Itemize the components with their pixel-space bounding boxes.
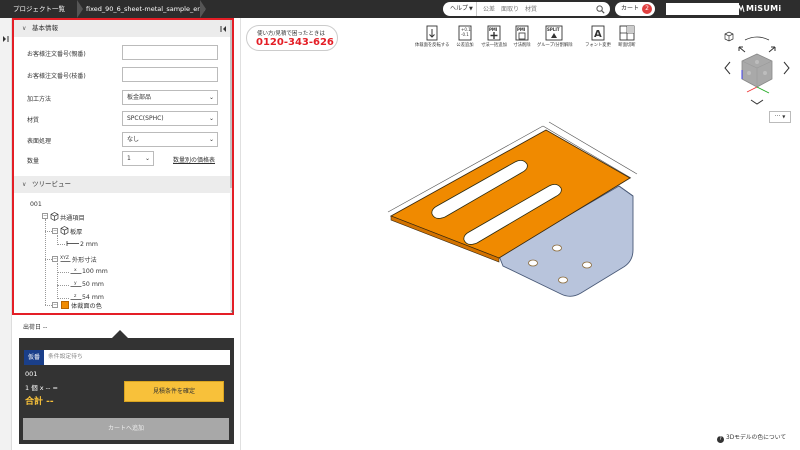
search-box: [476, 2, 610, 16]
search-input[interactable]: [477, 2, 589, 16]
breadcrumb-separator: [77, 0, 83, 18]
left-collapse-strip: [0, 18, 12, 450]
collapse-panel-icon[interactable]: [219, 25, 227, 33]
tree-view-title: ツリービュー: [32, 180, 71, 188]
tree-root[interactable]: 001: [30, 201, 42, 208]
process-method-value: 板金部品: [127, 94, 152, 101]
chevron-up-icon: ∨: [22, 181, 27, 188]
svg-text:z: z: [74, 294, 77, 299]
tree-view-header[interactable]: ∨ ツリービュー: [14, 176, 230, 193]
quote-summary: 仮番 条件設定待ち 001 1 個 x -- = 合計 -- 見積条件を確定 カ…: [19, 338, 234, 444]
tree-dim-x[interactable]: 100 mm: [82, 268, 108, 275]
material-label: 材質: [27, 117, 40, 124]
svg-text:XYZ: XYZ: [60, 255, 69, 261]
order-number-parent-input[interactable]: [122, 45, 218, 60]
user-account-field[interactable]: [666, 3, 739, 15]
expand-panel-icon[interactable]: [2, 35, 10, 43]
svg-text:y: y: [74, 281, 77, 286]
quantity-value: 1: [127, 155, 131, 162]
quantity-select[interactable]: 1 ⌄: [122, 151, 154, 166]
confirm-quote-button[interactable]: 見積条件を確定: [124, 381, 224, 402]
thickness-icon: [66, 241, 79, 246]
surface-treatment-select[interactable]: なし ⌄: [122, 132, 218, 147]
tree-item-outer-dims[interactable]: 外形寸法: [72, 255, 97, 264]
summary-quantity-line: 1 個 x -- =: [25, 384, 58, 392]
tree-item-common[interactable]: 共通項目: [60, 213, 85, 222]
process-method-select[interactable]: 板金部品 ⌄: [122, 90, 218, 105]
3d-viewer[interactable]: 使い方/見積で困ったときは 0120-343-626 体裁面を反転する +0.1…: [240, 18, 800, 450]
order-number-parent-label: お客様注文番号(親番): [27, 51, 86, 58]
search-icon[interactable]: [596, 4, 605, 14]
xyz-dimension-icon: XYZ: [60, 255, 71, 262]
ship-date: 出荷日 --: [23, 324, 48, 331]
cube-icon: [60, 226, 69, 235]
basic-info-header[interactable]: ∨ 基本情報: [14, 20, 230, 37]
order-number-branch-label: お客様注文番号(枝番): [27, 73, 86, 80]
chevron-down-icon: ⌄: [208, 136, 214, 143]
provisional-status-text: 条件設定待ち: [48, 354, 83, 360]
misumi-logo[interactable]: MiSUMi: [746, 4, 781, 13]
tree-toggle-minus-icon[interactable]: −: [52, 228, 58, 234]
tree-toggle-minus-icon[interactable]: −: [52, 302, 58, 308]
surface-treatment-label: 表面処理: [27, 138, 52, 145]
breadcrumb-current-file[interactable]: fixed_90_6_sheet-metal_sample_er...: [86, 0, 206, 18]
panel-scrollbar-thumb[interactable]: [230, 18, 234, 188]
cart-count-badge: 2: [642, 4, 652, 14]
summary-pointer: [112, 330, 128, 338]
help-label: ヘルプ: [450, 5, 469, 12]
breadcrumb-project-list[interactable]: プロジェクト一覧: [13, 0, 65, 18]
basic-info-title: 基本情報: [32, 24, 58, 32]
help-dropdown[interactable]: ヘルプ ▼: [443, 2, 476, 16]
misumi-logo-mark-icon: [737, 5, 745, 13]
help-question-icon: ?: [717, 436, 724, 443]
flange-hole: [558, 276, 568, 284]
cart-button[interactable]: カート 2: [615, 2, 655, 16]
breadcrumb-separator: [200, 0, 206, 18]
process-method-label: 加工方法: [27, 96, 52, 103]
scroll-down-arrow-icon[interactable]: ▾: [231, 309, 234, 315]
flange-hole: [552, 244, 562, 252]
chevron-down-icon: ▼: [469, 6, 473, 12]
svg-text:x: x: [74, 268, 77, 273]
sheet-metal-model[interactable]: [241, 18, 800, 418]
chevron-down-icon: ⌄: [144, 155, 150, 162]
tree-line: [57, 285, 69, 286]
chevron-down-icon: ⌄: [208, 115, 214, 122]
tree-item-thickness[interactable]: 板厚: [70, 227, 82, 236]
cube-icon: [50, 212, 59, 221]
material-value: SPCC(SPHC): [127, 115, 164, 122]
tree-toggle-minus-icon[interactable]: −: [52, 256, 58, 262]
add-to-cart-button[interactable]: カートへ追加: [23, 418, 229, 440]
top-bar: プロジェクト一覧 fixed_90_6_sheet-metal_sample_e…: [0, 0, 800, 18]
tree-item-body-color[interactable]: 体裁面の色: [71, 301, 102, 310]
quantity-label: 数量: [27, 158, 40, 165]
x-dimension-icon: x: [70, 268, 82, 274]
flange-hole: [582, 261, 592, 269]
provisional-badge: 仮番: [24, 350, 44, 365]
tree-line: [57, 244, 65, 245]
flange-hole: [528, 259, 538, 267]
tree-dim-z[interactable]: 54 mm: [82, 294, 104, 301]
price-table-link[interactable]: 数量別の価格表: [173, 155, 215, 164]
chevron-up-icon: ∨: [22, 25, 27, 32]
provisional-status-bar: 仮番 条件設定待ち: [24, 350, 230, 365]
settings-panel: ∨ 基本情報 お客様注文番号(親番) お客様注文番号(枝番) 加工方法 板金部品…: [12, 18, 234, 315]
cart-label: カート: [621, 5, 640, 12]
model-color-help-link[interactable]: ? 3Dモデルの色について: [717, 432, 786, 443]
tree-line: [57, 263, 58, 297]
material-select[interactable]: SPCC(SPHC) ⌄: [122, 111, 218, 126]
model-color-help-text: 3Dモデルの色について: [726, 435, 787, 441]
tree-toggle-minus-icon[interactable]: −: [42, 213, 48, 219]
tree-line: [57, 298, 69, 299]
order-number-branch-input[interactable]: [122, 67, 218, 82]
summary-part-id: 001: [25, 370, 38, 378]
summary-total: 合計 --: [25, 397, 54, 407]
y-dimension-icon: y: [70, 281, 82, 287]
orange-color-swatch-icon: [61, 301, 69, 309]
tree-line: [57, 272, 69, 273]
chevron-down-icon: ⌄: [208, 94, 214, 101]
surface-treatment-value: なし: [127, 136, 140, 143]
tree-thickness-value[interactable]: 2 mm: [80, 241, 98, 248]
tree-dim-y[interactable]: 50 mm: [82, 281, 104, 288]
